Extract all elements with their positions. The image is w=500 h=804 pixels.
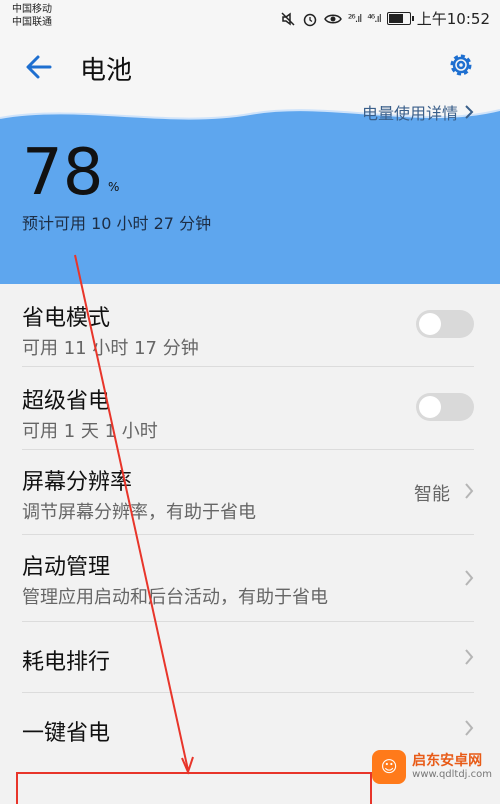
percent-unit: %	[108, 180, 120, 194]
back-arrow-icon[interactable]	[22, 50, 56, 84]
watermark-text: 启东安卓网 www.qdltdj.com	[412, 753, 492, 781]
setting-ultra-saving[interactable]: 超级省电 可用 1 天 1 小时	[0, 367, 500, 449]
setting-label: 省电模式	[22, 306, 111, 331]
chevron-right-icon	[465, 720, 474, 736]
clock: 上午10:52	[416, 10, 490, 28]
setting-label: 耗电排行	[22, 650, 111, 675]
eye-comfort-icon	[324, 14, 342, 23]
setting-ranking[interactable]: 耗电排行	[0, 622, 500, 692]
ultra-saving-toggle[interactable]	[416, 393, 474, 421]
usage-details-link[interactable]: 电量使用详情	[362, 100, 474, 124]
setting-sublabel: 可用 1 天 1 小时	[22, 421, 158, 442]
setting-power-saving[interactable]: 省电模式 可用 11 小时 17 分钟	[0, 284, 500, 366]
annotation-highlight-box	[16, 772, 372, 804]
carrier-2: 中国联通	[12, 17, 52, 28]
toggle-knob	[419, 396, 441, 418]
app-bar: 电池	[0, 34, 500, 100]
resolution-value: 智能	[414, 484, 450, 505]
setting-sublabel: 可用 11 小时 17 分钟	[22, 338, 199, 359]
status-icons: ²⁶.ıl ⁴⁶.ıl 上午10:52	[280, 8, 490, 29]
chevron-right-icon	[465, 570, 474, 586]
setting-sublabel: 调节屏幕分辨率，有助于省电	[22, 502, 256, 523]
mute-icon	[281, 11, 295, 26]
watermark-url: www.qdltdj.com	[412, 769, 492, 780]
setting-startup[interactable]: 启动管理 管理应用启动和后台活动，有助于省电	[0, 535, 500, 621]
chevron-right-icon	[465, 105, 474, 119]
power-saving-toggle[interactable]	[416, 310, 474, 338]
setting-label: 一键省电	[22, 721, 111, 746]
watermark-title: 启东安卓网	[412, 753, 483, 769]
watermark-logo-icon: ☺	[372, 750, 407, 784]
battery-percent: 78	[22, 136, 104, 210]
remaining-time-estimate: 预计可用 10 小时 27 分钟	[22, 214, 212, 233]
status-bar: 中国移动 中国联通 ²⁶.ıl ⁴⁶.ıl 上午10:52	[0, 0, 500, 34]
battery-fill	[388, 14, 403, 23]
signal-2-icon: ⁴⁶.ıl	[367, 12, 381, 25]
setting-label: 屏幕分辨率	[22, 470, 133, 495]
page-title: 电池	[80, 56, 133, 86]
gear-icon[interactable]	[446, 50, 476, 80]
usage-details-label: 电量使用详情	[361, 104, 458, 123]
chevron-right-icon	[465, 649, 474, 665]
carrier-info: 中国移动 中国联通	[12, 3, 52, 29]
alarm-icon	[303, 13, 317, 26]
setting-sublabel: 管理应用启动和后台活动，有助于省电	[22, 587, 328, 608]
chevron-right-icon	[465, 483, 474, 499]
watermark: ☺ 启东安卓网 www.qdltdj.com	[372, 750, 492, 784]
setting-label: 启动管理	[22, 555, 111, 580]
setting-label: 超级省电	[22, 389, 111, 414]
battery-icon	[386, 12, 414, 25]
setting-resolution[interactable]: 屏幕分辨率 调节屏幕分辨率，有助于省电 智能	[0, 450, 500, 534]
battery-hero: 电量使用详情 78 % 预计可用 10 小时 27 分钟	[0, 100, 500, 284]
toggle-knob	[419, 313, 441, 335]
signal-1-icon: ²⁶.ıl	[347, 12, 362, 25]
carrier-1: 中国移动	[12, 4, 52, 15]
